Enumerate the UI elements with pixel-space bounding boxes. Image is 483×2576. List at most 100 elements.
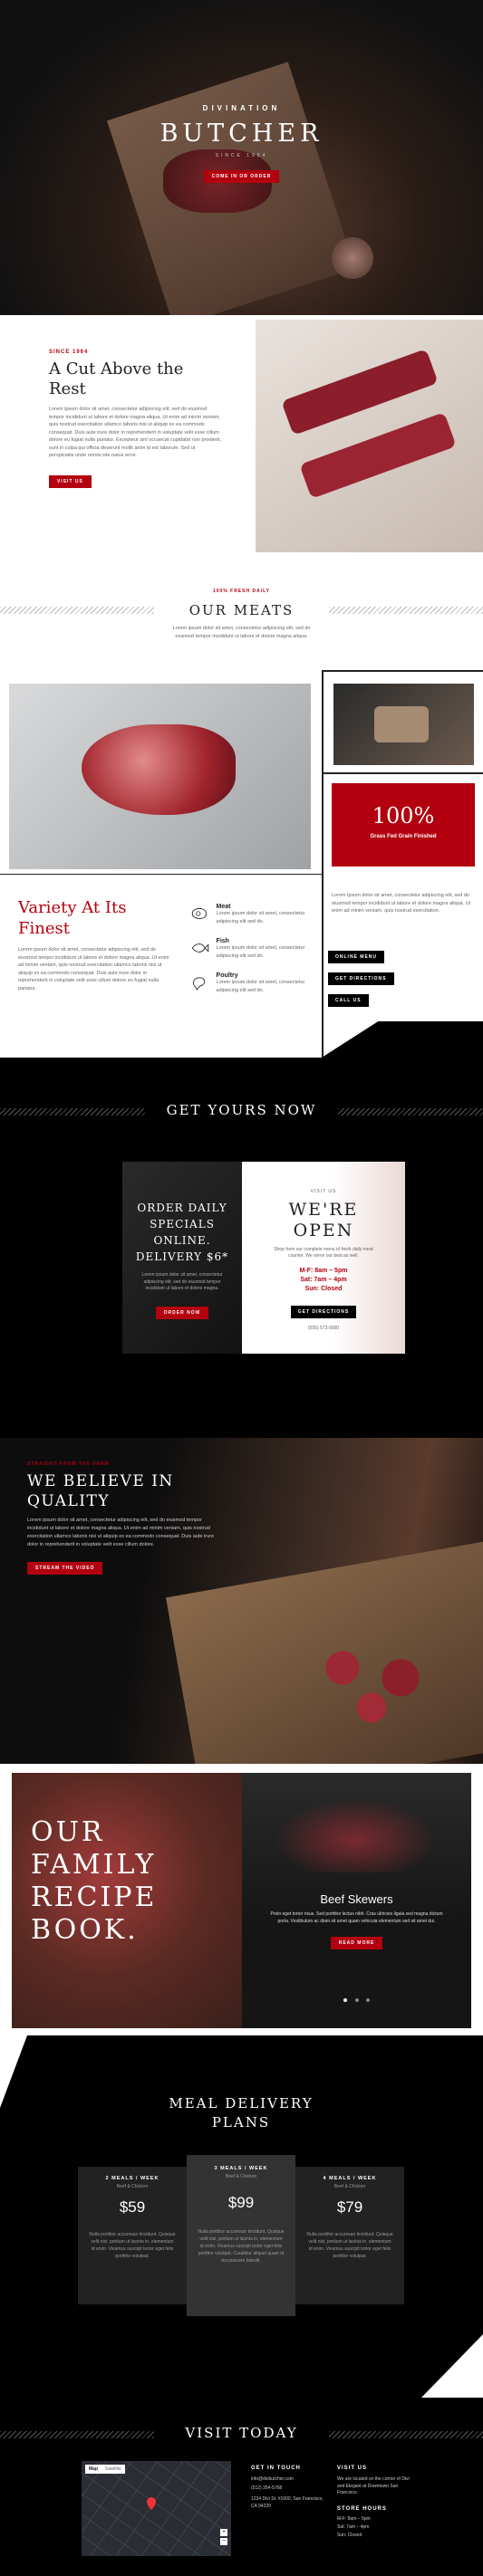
quality-body: Lorem ipsum dolor sit amet, consectetur … <box>27 1518 215 1547</box>
map-tab-map[interactable]: Map <box>85 2465 101 2474</box>
open-hours-1: Sat: 7am – 4pm <box>300 1276 347 1283</box>
map-zoom-in-button[interactable]: + <box>220 2529 227 2536</box>
store-hours-2: Sun: Closed <box>337 2532 362 2538</box>
variety-item-meat-desc: Lorem ipsum dolor sit amet, consectetur … <box>216 911 305 924</box>
slider-dot-active[interactable] <box>343 1998 348 2002</box>
meats-frame-vertical <box>322 670 324 1058</box>
quality-title: WE BELIEVE IN QUALITY <box>27 1472 174 1511</box>
plans-section: MEAL DELIVERY PLANS 2 MEALS / WEEK Beef … <box>0 2035 483 2398</box>
visit-us-body: We are located on the corner of Divi and… <box>337 2476 410 2495</box>
variety-frame-top <box>0 874 324 875</box>
open-body: Shop from our complete menu of fresh dai… <box>274 1246 373 1259</box>
variety-item-poultry-desc: Lorem ipsum dolor sit amet, consectetur … <box>216 980 305 993</box>
contact-email[interactable]: info@divbutcher.com <box>251 2476 324 2482</box>
meats-corner-shape <box>322 1021 483 1058</box>
poultry-icon <box>192 977 206 991</box>
read-more-button[interactable]: read more <box>330 1937 383 1949</box>
meats-side-text: Lorem ipsum dolor sit amet, consectetur … <box>332 893 471 915</box>
hero-eyebrow: DIVINATION <box>202 104 281 112</box>
plan-card-3-label: 4 MEALS / WEEK <box>323 2176 377 2181</box>
meats-tag: 100% FRESH DAILY <box>212 589 271 594</box>
meats-frame-mid <box>322 772 483 774</box>
slider-dots <box>242 1990 471 2006</box>
recipe-slide-image <box>260 1791 450 1872</box>
store-hours-1: Sat: 7am – 4pm <box>337 2523 370 2530</box>
hero-title: BUTCHER <box>159 120 324 148</box>
order-card: ORDER DAILY SPECIALS ONLINE. DELIVERY $6… <box>122 1162 242 1354</box>
stream-video-button[interactable]: stream the video <box>27 1562 103 1575</box>
variety-item-meat-name: Meat <box>216 904 231 910</box>
variety-item-poultry-name: Poultry <box>216 972 238 980</box>
about-skewers-image <box>256 320 483 552</box>
order-section: GET YOURS NOW ORDER DAILY SPECIALS ONLIN… <box>0 1058 483 1438</box>
visit-us-button[interactable]: visit us <box>49 474 92 488</box>
plan-card-1-sub: Beef & Chicken <box>116 2184 149 2189</box>
hero-cta-button[interactable]: come in or order <box>203 170 280 183</box>
plan-card-3-body: Nulla porttitor accumsan tincidunt. Quis… <box>306 2232 393 2259</box>
about-section: SINCE 1964 A Cut Above the Rest Lorem ip… <box>0 315 483 552</box>
order-card-title: ORDER DAILY SPECIALS ONLINE. DELIVERY $6… <box>135 1202 229 1263</box>
map-zoom-out-button[interactable]: − <box>220 2538 227 2545</box>
plan-card-2-body: Nulla porttitor accumsan tincidunt. Quis… <box>198 2229 285 2264</box>
meats-steak-image <box>9 684 311 869</box>
map-pin-icon <box>147 2497 156 2510</box>
stat-box: 100% Grass Fed Grain Finished <box>332 783 475 867</box>
contact-address: 1234 Divi St. #1000, San Francisco, CA 9… <box>251 2496 324 2509</box>
recipe-slide-body: Proin eget tortor risus. Sed porttitor l… <box>270 1911 443 1924</box>
plans-title: MEAL DELIVERY PLANS <box>169 2095 314 2131</box>
plan-card-2-sub: Beef & Chicken <box>225 2174 257 2179</box>
plan-card-1-label: 2 MEALS / WEEK <box>105 2176 159 2181</box>
plan-card-2-price: $99 <box>227 2194 255 2211</box>
hero-section: DIVINATION BUTCHER SINCE 1964 come in or… <box>0 0 483 315</box>
contact-phone[interactable]: (512) 354-5768 <box>251 2485 324 2491</box>
open-card: VISIT US WE'RE OPEN Shop from our comple… <box>242 1162 405 1354</box>
contact-title: GET IN TOUCH <box>251 2466 301 2471</box>
variety-item-fish-name: Fish <box>216 938 229 945</box>
store-hours-title: STORE HOURS <box>337 2505 387 2512</box>
recipe-slider: Beef Skewers Proin eget tortor risus. Se… <box>242 1773 471 2028</box>
order-card-body: Lorem ipsum dolor sit amet, consectetur … <box>141 1272 223 1291</box>
quality-meat-cubes-image <box>299 1628 444 1728</box>
order-now-button[interactable]: order now <box>155 1306 209 1319</box>
plan-card-3-sub: Beef & Chicken <box>333 2184 366 2189</box>
plan-card-3-price: $79 <box>336 2198 363 2216</box>
plan-card-1-price: $59 <box>119 2198 146 2216</box>
variety-title: Variety At Its Finest <box>18 898 127 938</box>
quality-tag: STRAIGHT FROM THE FARM <box>27 1461 110 1467</box>
open-tag: VISIT US <box>310 1189 337 1194</box>
slider-dot[interactable] <box>354 1998 359 2002</box>
plan-card-2-label: 3 MEALS / WEEK <box>214 2166 268 2171</box>
meats-frame-top <box>322 670 483 672</box>
map-embed[interactable]: Map Satellite + − <box>82 2461 231 2556</box>
slider-dot[interactable] <box>365 1998 370 2002</box>
quality-section: STRAIGHT FROM THE FARM WE BELIEVE IN QUA… <box>0 1438 483 1764</box>
visit-title: VISIT TODAY <box>185 2425 298 2441</box>
about-tag: SINCE 1964 <box>49 350 89 355</box>
call-us-button[interactable]: call us <box>328 994 369 1007</box>
meats-package-image <box>333 684 474 765</box>
visit-section: VISIT TODAY Map Satellite + − GET IN TOU… <box>0 2398 483 2576</box>
online-menu-button[interactable]: online menu <box>328 951 384 963</box>
about-body: Lorem ipsum dolor sit amet, consectetur … <box>49 407 221 459</box>
plan-card-1: 2 MEALS / WEEK Beef & Chicken $59 Nulla … <box>78 2167 187 2304</box>
about-title: A Cut Above the Rest <box>49 359 184 398</box>
open-directions-button[interactable]: get directions <box>290 1305 357 1318</box>
variety-item-fish-desc: Lorem ipsum dolor sit amet, consectetur … <box>216 945 305 959</box>
meat-icon <box>191 907 208 919</box>
hero-spice-bowl-image <box>332 237 373 279</box>
visit-us-title: VISIT US <box>337 2466 368 2471</box>
recipe-section: OUR FAMILY RECIPE BOOK. Beef Skewers Pro… <box>0 1764 483 2035</box>
open-hours-2: Sun: Closed <box>304 1285 343 1292</box>
stat-label: Grass Fed Grain Finished <box>370 834 437 839</box>
meats-body: Lorem ipsum dolor sit amet, consectetur … <box>172 626 311 639</box>
open-phone: (555) 573-0000 <box>307 1325 340 1331</box>
plan-card-2: 3 MEALS / WEEK Beef & Chicken $99 Nulla … <box>187 2155 295 2316</box>
open-title: WE'RE OPEN <box>288 1200 359 1240</box>
recipe-slide-title: Beef Skewers <box>320 1892 393 1906</box>
plan-card-1-body: Nulla porttitor accumsan tincidunt. Quis… <box>89 2232 176 2259</box>
get-directions-button[interactable]: get directions <box>328 972 394 985</box>
hero-since: SINCE 1964 <box>215 153 268 158</box>
meats-section: 100% FRESH DAILY OUR MEATS Lorem ipsum d… <box>0 552 483 1058</box>
fish-icon <box>191 943 209 953</box>
map-tab-satellite[interactable]: Satellite <box>101 2465 125 2474</box>
